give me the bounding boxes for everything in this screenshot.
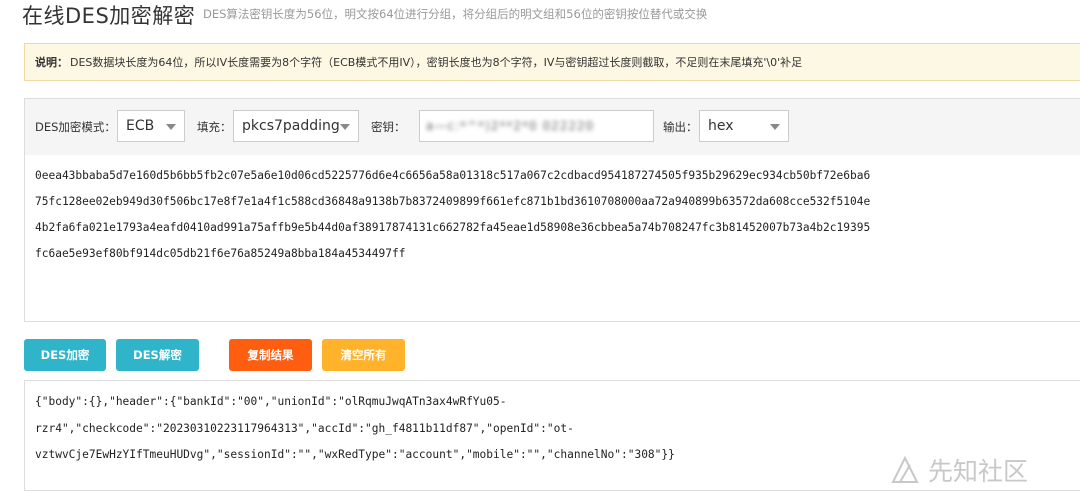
page-subtitle: DES算法密钥长度为56位，明文按64位进行分组，将分组后的明文组和56位的密钥… (203, 7, 708, 21)
clear-all-button[interactable]: 清空所有 (322, 339, 405, 371)
ciphertext-textarea[interactable]: 0eea43bbaba5d7e160d5b6bb5fb2c07e5a6e10d0… (25, 155, 1080, 321)
padding-select[interactable]: pkcs7padding (233, 110, 359, 142)
xianzhi-logo-icon (891, 455, 919, 483)
page-title: 在线DES加密解密 (22, 4, 196, 28)
key-input[interactable]: a—c:*^*)2**2*0 022220 (419, 110, 654, 142)
plaintext-line: rzr4","checkcode":"20230310223117964313"… (35, 422, 574, 435)
ciphertext-line: 4b2fa6fa021e1793a4eafd0410ad991a75affb9e… (35, 221, 871, 234)
chevron-down-icon (770, 124, 780, 130)
notice-box: 说明： DES数据块长度为64位，所以IV长度需要为8个字符（ECB模式不用IV… (24, 43, 1080, 81)
mode-value: ECB (126, 118, 155, 134)
mode-select[interactable]: ECB (117, 110, 185, 142)
des-encrypt-button[interactable]: DES加密 (24, 339, 106, 371)
output-format-select[interactable]: hex (699, 110, 789, 142)
des-decrypt-button[interactable]: DES解密 (116, 339, 199, 371)
copy-result-button[interactable]: 复制结果 (229, 339, 312, 371)
watermark: 先知社区 (890, 452, 1028, 488)
padding-label: 填充： (197, 120, 232, 134)
ciphertext-line: fc6ae5e93ef80bf914dc05db21f6e76a85249a8b… (35, 247, 406, 260)
key-value: a—c:*^*)2**2*0 022220 (426, 119, 595, 133)
plaintext-line: vztwvCje7EwHzYIfTmeuHUDvg","sessionId":"… (35, 448, 675, 461)
chevron-down-icon (166, 124, 176, 130)
chevron-down-icon (340, 124, 350, 130)
padding-value: pkcs7padding (242, 118, 340, 134)
plaintext-line: {"body":{},"header":{"bankId":"00","unio… (35, 395, 507, 408)
output-label: 输出： (663, 120, 698, 134)
notice-text: DES数据块长度为64位，所以IV长度需要为8个字符（ECB模式不用IV），密钥… (70, 56, 803, 69)
watermark-text: 先知社区 (928, 457, 1029, 486)
mode-label: DES加密模式： (35, 120, 116, 134)
des-panel: DES加密模式： ECB 填充： pkcs7padding 密钥： a—c:*^… (24, 98, 1080, 322)
options-toolbar: DES加密模式： ECB 填充： pkcs7padding 密钥： a—c:*^… (25, 99, 1080, 156)
output-format-value: hex (708, 118, 734, 134)
page-header: 在线DES加密解密 DES算法密钥长度为56位，明文按64位进行分组，将分组后的… (0, 0, 1080, 30)
ciphertext-line: 0eea43bbaba5d7e160d5b6bb5fb2c07e5a6e10d0… (35, 169, 871, 182)
key-label: 密钥： (371, 120, 406, 134)
ciphertext-line: 75fc128ee02eb949d30f506bc17e8f7e1a4f1c58… (35, 195, 871, 208)
notice-label: 说明： (35, 56, 68, 69)
